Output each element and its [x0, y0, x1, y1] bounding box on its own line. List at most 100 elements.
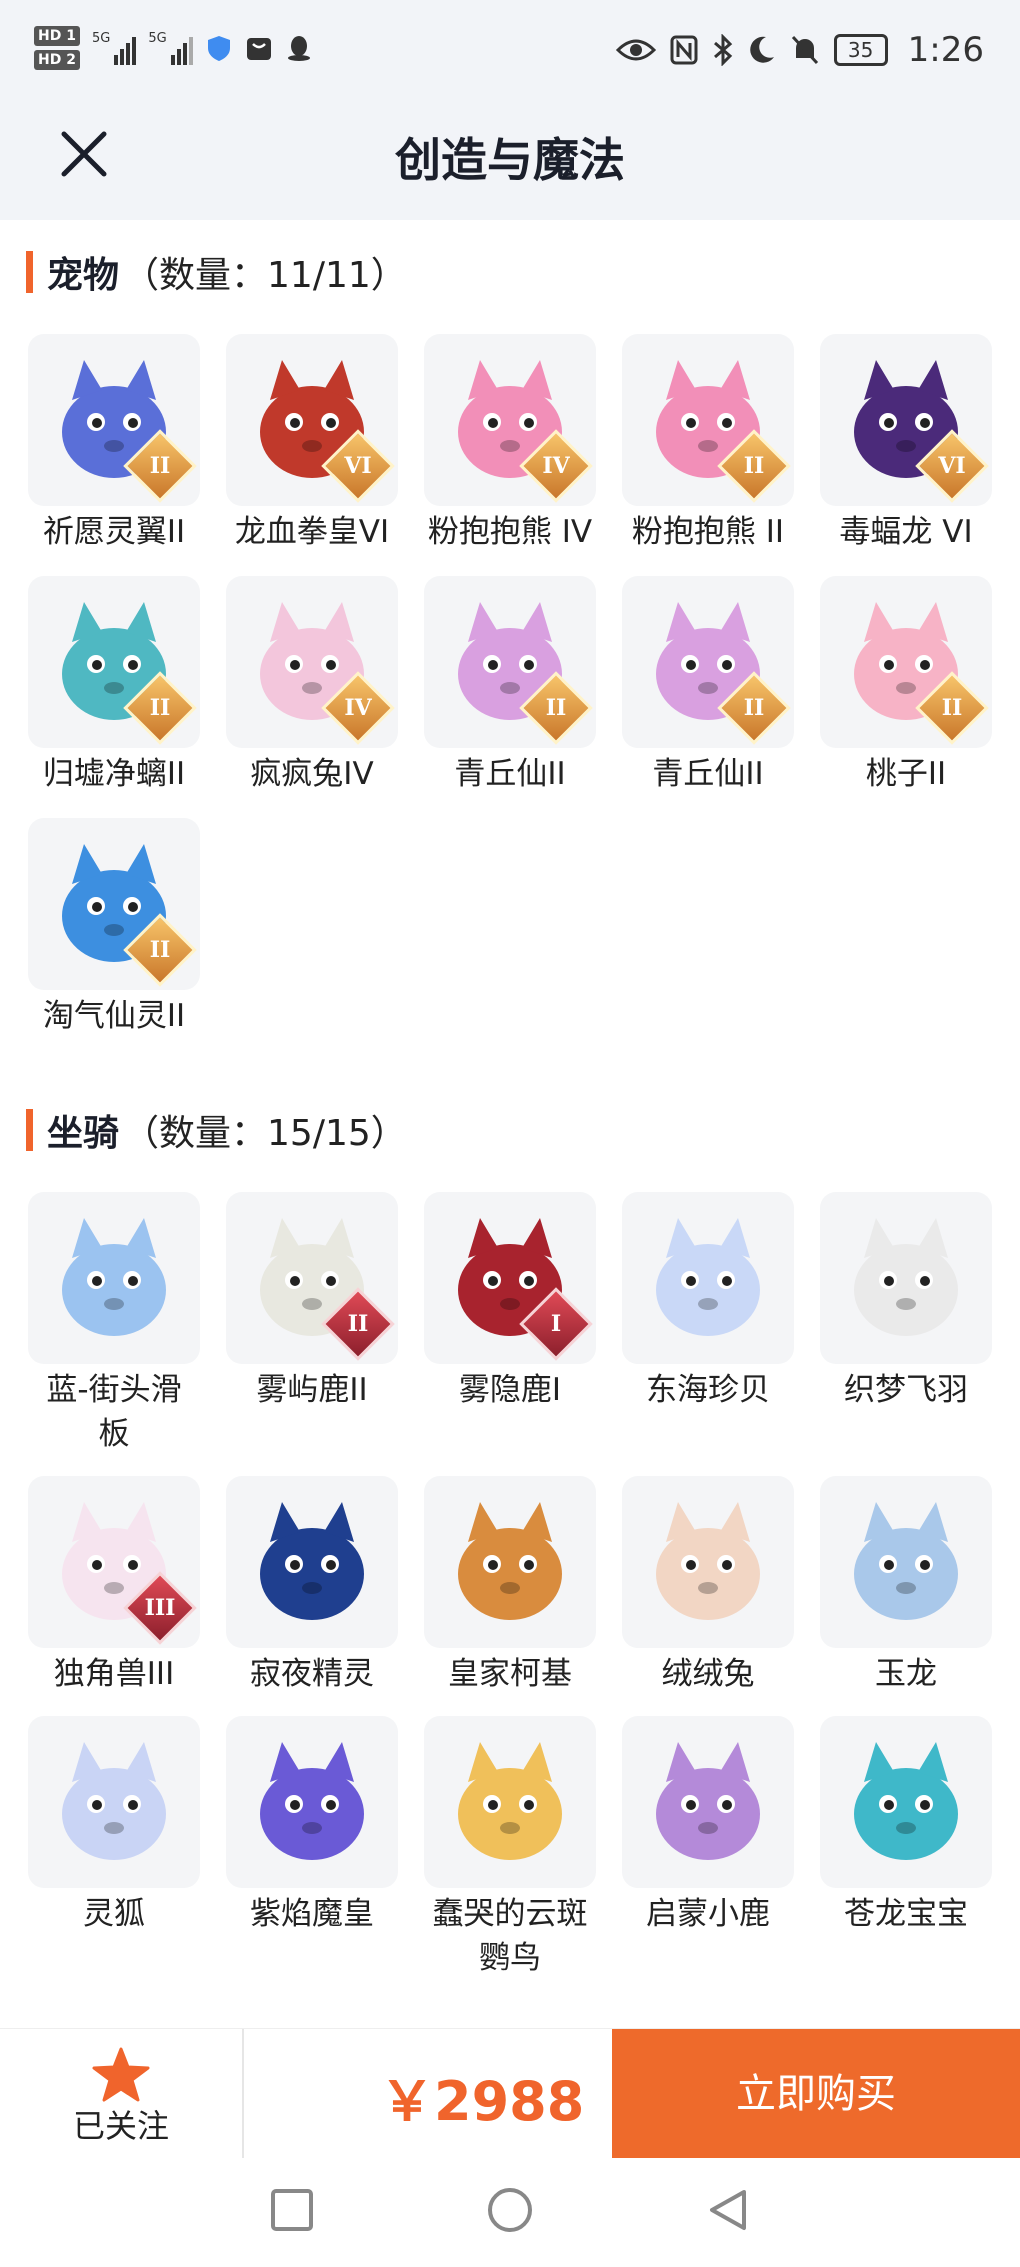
- pets-section-header: 宠物 （数量：11/11）: [26, 246, 407, 298]
- pets-item[interactable]: II 青丘仙II: [622, 576, 794, 796]
- mounts-item[interactable]: I 雾隐鹿I: [424, 1192, 596, 1412]
- eye-icon: [615, 39, 656, 61]
- mounts-grid: 蓝-街头滑 板 II 雾屿鹿II I 雾隐鹿I 东海珍贝 织梦飞羽 III 独角兽III 寂夜精灵…: [28, 1192, 998, 2012]
- pets-item[interactable]: II 祈愿灵翼II: [28, 334, 200, 554]
- signal-icon-2: 5G: [148, 31, 193, 65]
- nfc-icon: [670, 35, 698, 65]
- item-thumbnail: IV: [226, 576, 398, 748]
- buy-now-button[interactable]: 立即购买: [612, 2029, 1020, 2159]
- item-thumbnail: [424, 1476, 596, 1648]
- pets-item[interactable]: II 桃子II: [820, 576, 992, 796]
- mounts-item[interactable]: 织梦飞羽: [820, 1192, 992, 1412]
- pets-item[interactable]: II 粉抱抱熊 II: [622, 334, 794, 554]
- item-thumbnail: II: [28, 576, 200, 748]
- item-label: 蠢哭的云斑 鹦鸟: [432, 1896, 588, 1976]
- mounts-item[interactable]: II 雾屿鹿II: [226, 1192, 398, 1412]
- rank-numeral: IV: [344, 695, 372, 721]
- creature-icon: [260, 1742, 364, 1860]
- top-area: HD 1 HD 2 5G 5G 35 1:26 创造与魔法: [0, 0, 1020, 220]
- net-label-1: 5G: [91, 31, 111, 46]
- item-label: 粉抱抱熊 IV: [427, 514, 593, 550]
- mounts-item[interactable]: 玉龙: [820, 1476, 992, 1696]
- item-label: 淘气仙灵II: [42, 998, 186, 1034]
- pets-item[interactable]: II 淘气仙灵II: [28, 818, 200, 1038]
- mounts-item[interactable]: 苍龙宝宝: [820, 1716, 992, 1936]
- mounts-item[interactable]: 启蒙小鹿: [622, 1716, 794, 1936]
- pets-item[interactable]: II 青丘仙II: [424, 576, 596, 796]
- creature-icon: [854, 1742, 958, 1860]
- rank-numeral: II: [941, 695, 963, 721]
- moon-icon: [749, 36, 774, 63]
- item-thumbnail: [28, 1192, 200, 1364]
- item-label: 寂夜精灵: [250, 1656, 374, 1692]
- bottom-action-bar: 已关注 ￥2988 立即购买: [0, 2028, 1020, 2159]
- item-thumbnail: IV: [424, 334, 596, 506]
- mounts-item[interactable]: 寂夜精灵: [226, 1476, 398, 1696]
- item-thumbnail: II: [28, 334, 200, 506]
- mounts-item[interactable]: 皇家柯基: [424, 1476, 596, 1696]
- qq-icon: [287, 36, 310, 61]
- item-thumbnail: [28, 1716, 200, 1888]
- section-accent-bar: [26, 251, 33, 293]
- creature-icon: [854, 1502, 958, 1620]
- rank-numeral: II: [743, 453, 765, 479]
- rank-numeral: VI: [938, 453, 966, 479]
- item-thumbnail: [622, 1476, 794, 1648]
- mounts-item[interactable]: 东海珍贝: [622, 1192, 794, 1412]
- creature-icon: [656, 1502, 760, 1620]
- signal-icon-1: 5G: [91, 31, 137, 65]
- mounts-section-header: 坐骑 （数量：15/15）: [26, 1104, 407, 1156]
- item-label: 蓝-街头滑 板: [46, 1372, 182, 1452]
- item-thumbnail: VI: [820, 334, 992, 506]
- recents-icon[interactable]: [268, 2186, 316, 2234]
- star-icon: [92, 2047, 150, 2102]
- item-label: 龙血拳皇VI: [234, 514, 390, 550]
- pets-item[interactable]: IV 粉抱抱熊 IV: [424, 334, 596, 554]
- mounts-item[interactable]: 紫焰魔皇: [226, 1716, 398, 1936]
- creature-icon: [458, 1502, 562, 1620]
- mounts-item[interactable]: III 独角兽III: [28, 1476, 200, 1696]
- item-label: 粉抱抱熊 II: [631, 514, 785, 550]
- creature-icon: [656, 1742, 760, 1860]
- pets-item[interactable]: IV 疯疯兔IV: [226, 576, 398, 796]
- home-icon[interactable]: [486, 2186, 534, 2234]
- item-label: 独角兽III: [53, 1656, 175, 1692]
- mounts-item[interactable]: 灵狐: [28, 1716, 200, 1936]
- back-icon[interactable]: [704, 2186, 752, 2234]
- net-label-2: 5G: [148, 31, 167, 46]
- status-bar: HD 1 HD 2 5G 5G 35 1:26: [0, 0, 1020, 110]
- item-thumbnail: [622, 1192, 794, 1364]
- item-thumbnail: II: [28, 818, 200, 990]
- pets-grid: II 祈愿灵翼II VI 龙血拳皇VI IV 粉抱抱熊 IV II 粉抱抱熊 II VI 毒蝠龙 …: [28, 334, 998, 1034]
- divider: [242, 2029, 244, 2159]
- bluetooth-icon: [713, 34, 732, 66]
- follow-label: 已关注: [72, 2107, 169, 2145]
- item-label: 毒蝠龙 VI: [839, 514, 973, 550]
- mounts-item[interactable]: 绒绒兔: [622, 1476, 794, 1696]
- follow-button[interactable]: 已关注: [0, 2029, 242, 2159]
- battery-icon: 35: [833, 34, 888, 66]
- pets-section-count: （数量：11/11）: [123, 255, 407, 296]
- mounts-item[interactable]: 蠢哭的云斑 鹦鸟: [424, 1716, 596, 1980]
- mounts-item[interactable]: 蓝-街头滑 板: [28, 1192, 200, 1456]
- item-label: 桃子II: [865, 756, 947, 792]
- pets-section-title: 宠物: [47, 255, 120, 296]
- item-label: 雾屿鹿II: [256, 1372, 368, 1408]
- pets-item[interactable]: VI 龙血拳皇VI: [226, 334, 398, 554]
- rank-numeral: II: [545, 695, 567, 721]
- pets-item[interactable]: VI 毒蝠龙 VI: [820, 334, 992, 554]
- item-thumbnail: [820, 1192, 992, 1364]
- item-label: 皇家柯基: [448, 1656, 572, 1692]
- item-thumbnail: [820, 1476, 992, 1648]
- item-label: 雾隐鹿I: [458, 1372, 562, 1408]
- creature-icon: [62, 1742, 166, 1860]
- mounts-section-title: 坐骑: [47, 1113, 120, 1154]
- item-label: 紫焰魔皇: [250, 1896, 374, 1932]
- pets-item[interactable]: II 归墟净螭II: [28, 576, 200, 796]
- item-thumbnail: [820, 1716, 992, 1888]
- bag-icon: [246, 38, 271, 60]
- item-thumbnail: [622, 1716, 794, 1888]
- item-label: 疯疯兔IV: [250, 756, 374, 792]
- item-label: 归墟净螭II: [42, 756, 186, 792]
- hd1-badge: HD 1: [34, 26, 80, 46]
